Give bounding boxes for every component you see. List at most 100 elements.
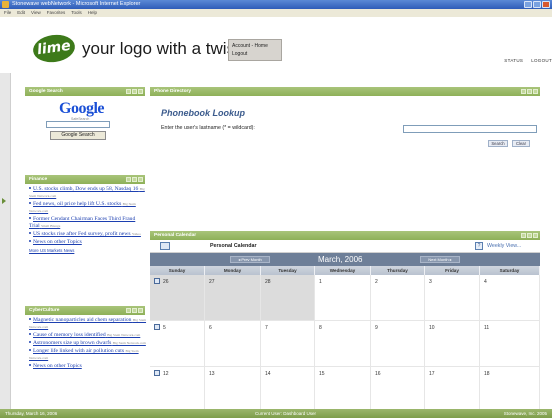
calendar-grid: Sunday Monday Tuesday Wednesday Thursday… [150,266,540,413]
calendar-day[interactable]: 7 [261,321,315,366]
logo-tagline: your logo with a twist [82,39,240,58]
calendar-day[interactable]: 13 [205,367,261,412]
ie-icon [2,1,9,8]
news-item[interactable]: Former Cendant Chairman Faces Third Frau… [29,216,147,230]
maximize-icon[interactable] [533,1,541,8]
calendar-day[interactable]: 12 [150,367,205,412]
close-portlet-icon[interactable] [533,89,538,94]
news-item[interactable]: U.S. stocks climb, Dow ends up 58, Nasda… [29,186,147,200]
close-portlet-icon[interactable] [533,233,538,238]
account-box: Account - Home Logout [228,39,282,61]
portlet-title: Phone Directory [154,89,192,94]
weekday-friday: Friday [425,266,480,275]
calendar-day[interactable]: 16 [371,367,425,412]
calendar-day[interactable]: 5 [150,321,205,366]
status-copyright: Stonewave, Inc. 2005 [503,411,547,416]
help-icon[interactable]: ? [475,242,483,250]
menu-favorites[interactable]: Favorites [47,9,66,17]
status-user: Current User: Dashboard User [255,411,317,416]
close-icon[interactable] [542,1,550,8]
maximize-portlet-icon[interactable] [132,177,137,182]
calendar-title: Personal Calendar [210,243,257,249]
window-titlebar: Stonewave webNetwork - Microsoft Interne… [0,0,552,9]
expand-arrow-icon[interactable] [2,198,6,204]
google-portlet-header: Google Search [25,87,145,96]
news-item[interactable]: Magnetic nanoparticles aid chem separati… [29,317,147,331]
calendar-day[interactable]: 14 [261,367,315,412]
menu-tools[interactable]: Tools [71,9,82,17]
phonebook-title: Phonebook Lookup [161,108,245,118]
prev-month-button[interactable]: ◂ Prev Month [230,256,270,263]
google-search-input[interactable] [46,121,110,128]
finance-news-list: U.S. stocks climb, Dow ends up 58, Nasda… [29,186,147,254]
maximize-portlet-icon[interactable] [132,308,137,313]
search-button[interactable]: Search [488,140,508,147]
maximize-portlet-icon[interactable] [132,89,137,94]
calendar-week-row: 26 27 28 1 2 3 4 [150,275,540,321]
minimize-portlet-icon[interactable] [126,308,131,313]
calendar-toolbar: Personal Calendar ? Weekly View... [150,240,540,253]
account-link[interactable]: Account [232,43,250,49]
news-item[interactable]: News on other Topics [29,363,147,370]
weekday-wednesday: Wednesday [315,266,371,275]
minimize-portlet-icon[interactable] [126,89,131,94]
weekday-tuesday: Tuesday [261,266,315,275]
news-item[interactable]: Longer life linked with air pollution cu… [29,348,147,362]
cyberculture-portlet: Magnetic nanoparticles aid chem separati… [25,315,147,409]
cyberculture-portlet-header: CyberCulture [25,306,145,315]
news-item[interactable]: Fed news, oil price help lift U.S. stock… [29,201,147,215]
calendar-day[interactable]: 4 [480,275,540,320]
weekly-view-link[interactable]: Weekly View... [487,243,521,249]
news-item[interactable]: News on other Topics [29,239,147,246]
calendar-day[interactable]: 17 [425,367,480,412]
portlet-title: Personal Calendar [154,233,197,238]
calendar-day[interactable]: 9 [371,321,425,366]
calendar-day[interactable]: 10 [425,321,480,366]
weekday-sunday: Sunday [150,266,205,275]
menu-edit[interactable]: Edit [17,9,25,17]
home-link[interactable]: Home [255,43,268,49]
week-view-icon[interactable] [154,324,160,330]
calendar-icon [160,242,170,250]
calendar-day[interactable]: 26 [150,275,205,320]
minimize-portlet-icon[interactable] [521,233,526,238]
calendar-day[interactable]: 2 [371,275,425,320]
phonebook-portlet: Phonebook Lookup Enter the user's lastna… [150,96,540,156]
news-item[interactable]: Astronomers size up brown dwarfs Big Ste… [29,340,147,347]
maximize-portlet-icon[interactable] [527,233,532,238]
close-portlet-icon[interactable] [138,89,143,94]
calendar-day[interactable]: 15 [315,367,371,412]
news-item[interactable]: Cause of memory loss identified Big Stem… [29,332,147,339]
calendar-day[interactable]: 3 [425,275,480,320]
lastname-input[interactable] [403,125,537,133]
logout-link[interactable]: Logout [232,51,247,57]
calendar-day[interactable]: 6 [205,321,261,366]
calendar-day[interactable]: 27 [205,275,261,320]
close-portlet-icon[interactable] [138,308,143,313]
status-link[interactable]: STATUS [504,58,523,63]
status-date: Thursday, March 16, 2006 [5,411,58,416]
maximize-portlet-icon[interactable] [527,89,532,94]
menu-help[interactable]: Help [88,9,97,17]
minimize-portlet-icon[interactable] [126,177,131,182]
logout-right-link[interactable]: LOGOUT [531,58,552,63]
menu-view[interactable]: View [31,9,41,17]
calendar-day[interactable]: 28 [261,275,315,320]
clear-button[interactable]: Clear [512,140,530,147]
portal-page: lime your logo with a twist Account - Ho… [0,17,552,413]
next-month-button[interactable]: Next Month ▸ [420,256,460,263]
week-view-icon[interactable] [154,278,160,284]
menu-file[interactable]: File [4,9,11,17]
calendar-day[interactable]: 18 [480,367,540,412]
news-item[interactable]: US stocks rise after Fed survey, profit … [29,231,147,238]
minimize-portlet-icon[interactable] [521,89,526,94]
calendar-day[interactable]: 8 [315,321,371,366]
minimize-icon[interactable] [524,1,532,8]
sidebar-toggle[interactable] [0,73,11,409]
google-search-button[interactable]: Google Search [50,131,106,140]
calendar-day[interactable]: 1 [315,275,371,320]
more-news-link[interactable]: More US Markets News [29,247,147,254]
week-view-icon[interactable] [154,370,160,376]
close-portlet-icon[interactable] [138,177,143,182]
calendar-day[interactable]: 11 [480,321,540,366]
